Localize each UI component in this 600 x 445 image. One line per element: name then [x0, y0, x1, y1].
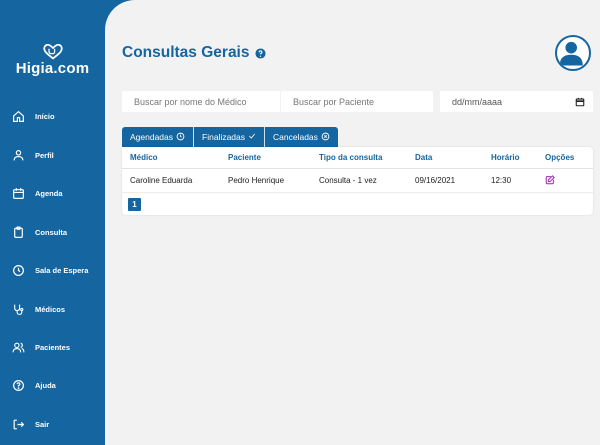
patient-search-field[interactable]: [280, 91, 433, 112]
sidebar-item-label: Agenda: [35, 188, 63, 198]
page-title-text: Consultas Gerais: [122, 44, 250, 61]
sidebar-item-label: Pacientes: [35, 342, 71, 352]
clock-icon: [176, 132, 185, 143]
patient-search-input[interactable]: [293, 96, 433, 107]
cell-opcoes: [537, 174, 593, 187]
sidebar-item-label: Sala de Espera: [35, 265, 89, 275]
cell-paciente: Pedro Henrique: [228, 176, 285, 185]
edit-icon[interactable]: [545, 174, 555, 185]
sidebar-item-label: Início: [35, 111, 55, 121]
doctor-search-field[interactable]: [122, 91, 280, 112]
pagination: 1: [122, 193, 593, 215]
calendar-icon: [13, 187, 24, 199]
doctor-search-input[interactable]: [134, 96, 280, 107]
check-icon: [248, 132, 256, 142]
status-tabs: Agendadas Finalizadas Canceladas: [122, 127, 338, 147]
main-content: Consultas Gerais dd/mm/aaaa Agendadas Fi…: [105, 0, 600, 445]
sidebar-item-label: Consulta: [35, 227, 68, 237]
sidebar-item-inicio[interactable]: Início: [12, 106, 55, 126]
sidebar-item-consulta[interactable]: Consulta: [12, 222, 67, 242]
avatar[interactable]: [555, 35, 591, 71]
tab-label: Agendadas: [130, 132, 174, 142]
sidebar-item-label: Sair: [35, 419, 50, 429]
column-header[interactable]: Horário: [483, 153, 537, 162]
stethoscope-icon: [14, 304, 24, 315]
sidebar-item-medicos[interactable]: Médicos: [12, 299, 65, 319]
tab-label: Finalizadas: [202, 132, 246, 142]
sidebar-item-ajuda[interactable]: Ajuda: [12, 375, 56, 395]
calendar-icon[interactable]: [575, 97, 585, 107]
column-header: Opções: [545, 153, 575, 162]
sidebar-item-perfil[interactable]: Perfil: [12, 145, 54, 165]
column-header[interactable]: Médico: [122, 153, 220, 162]
table-row[interactable]: Caroline Eduarda Pedro Henrique Consulta…: [122, 169, 593, 193]
cell-medico: Caroline Eduarda: [130, 176, 193, 185]
column-header[interactable]: Tipo da consulta: [311, 153, 407, 162]
user-avatar-icon: [559, 41, 583, 66]
column-header[interactable]: Paciente: [220, 153, 311, 162]
date-field[interactable]: dd/mm/aaaa: [440, 91, 593, 112]
sidebar-item-pacientes[interactable]: Pacientes: [12, 337, 70, 357]
tab-canceladas[interactable]: Canceladas: [265, 127, 338, 147]
users-icon: [12, 342, 25, 352]
appointments-table: Médico Paciente Tipo da consulta Data Ho…: [122, 147, 593, 215]
brand-name: Higia.com: [15, 60, 90, 77]
user-icon: [13, 149, 24, 160]
sidebar-item-agenda[interactable]: Agenda: [12, 183, 63, 203]
table-header: Médico Paciente Tipo da consulta Data Ho…: [122, 147, 593, 169]
tab-label: Canceladas: [273, 132, 318, 142]
heart-stethoscope-icon: [42, 44, 63, 60]
logout-icon: [13, 419, 25, 429]
date-input[interactable]: dd/mm/aaaa: [452, 97, 502, 107]
column-header[interactable]: Data: [407, 153, 483, 162]
cell-horario: 12:30: [491, 176, 512, 185]
sidebar-item-label: Médicos: [35, 304, 66, 314]
tab-finalizadas[interactable]: Finalizadas: [194, 127, 266, 147]
sidebar-item-sair[interactable]: Sair: [12, 414, 49, 434]
tab-agendadas[interactable]: Agendadas: [122, 127, 195, 147]
help-icon[interactable]: [254, 47, 266, 59]
cancel-circle-icon: [321, 132, 330, 143]
cell-tipo: Consulta - 1 vez: [319, 176, 377, 185]
clock-icon: [13, 264, 24, 276]
sidebar-item-sala-de-espera[interactable]: Sala de Espera: [12, 260, 88, 280]
home-icon: [13, 110, 24, 122]
page-button[interactable]: 1: [128, 197, 141, 211]
sidebar-item-label: Ajuda: [35, 380, 56, 390]
cell-data: 09/16/2021: [415, 176, 456, 185]
page-title: Consultas Gerais: [122, 44, 266, 62]
sidebar: Higia.com Início Perfil Agenda Consulta …: [0, 0, 105, 445]
clipboard-icon: [14, 225, 23, 238]
help-circle-icon: [13, 379, 24, 391]
brand-logo[interactable]: Higia.com: [0, 44, 105, 77]
sidebar-item-label: Perfil: [35, 150, 54, 160]
